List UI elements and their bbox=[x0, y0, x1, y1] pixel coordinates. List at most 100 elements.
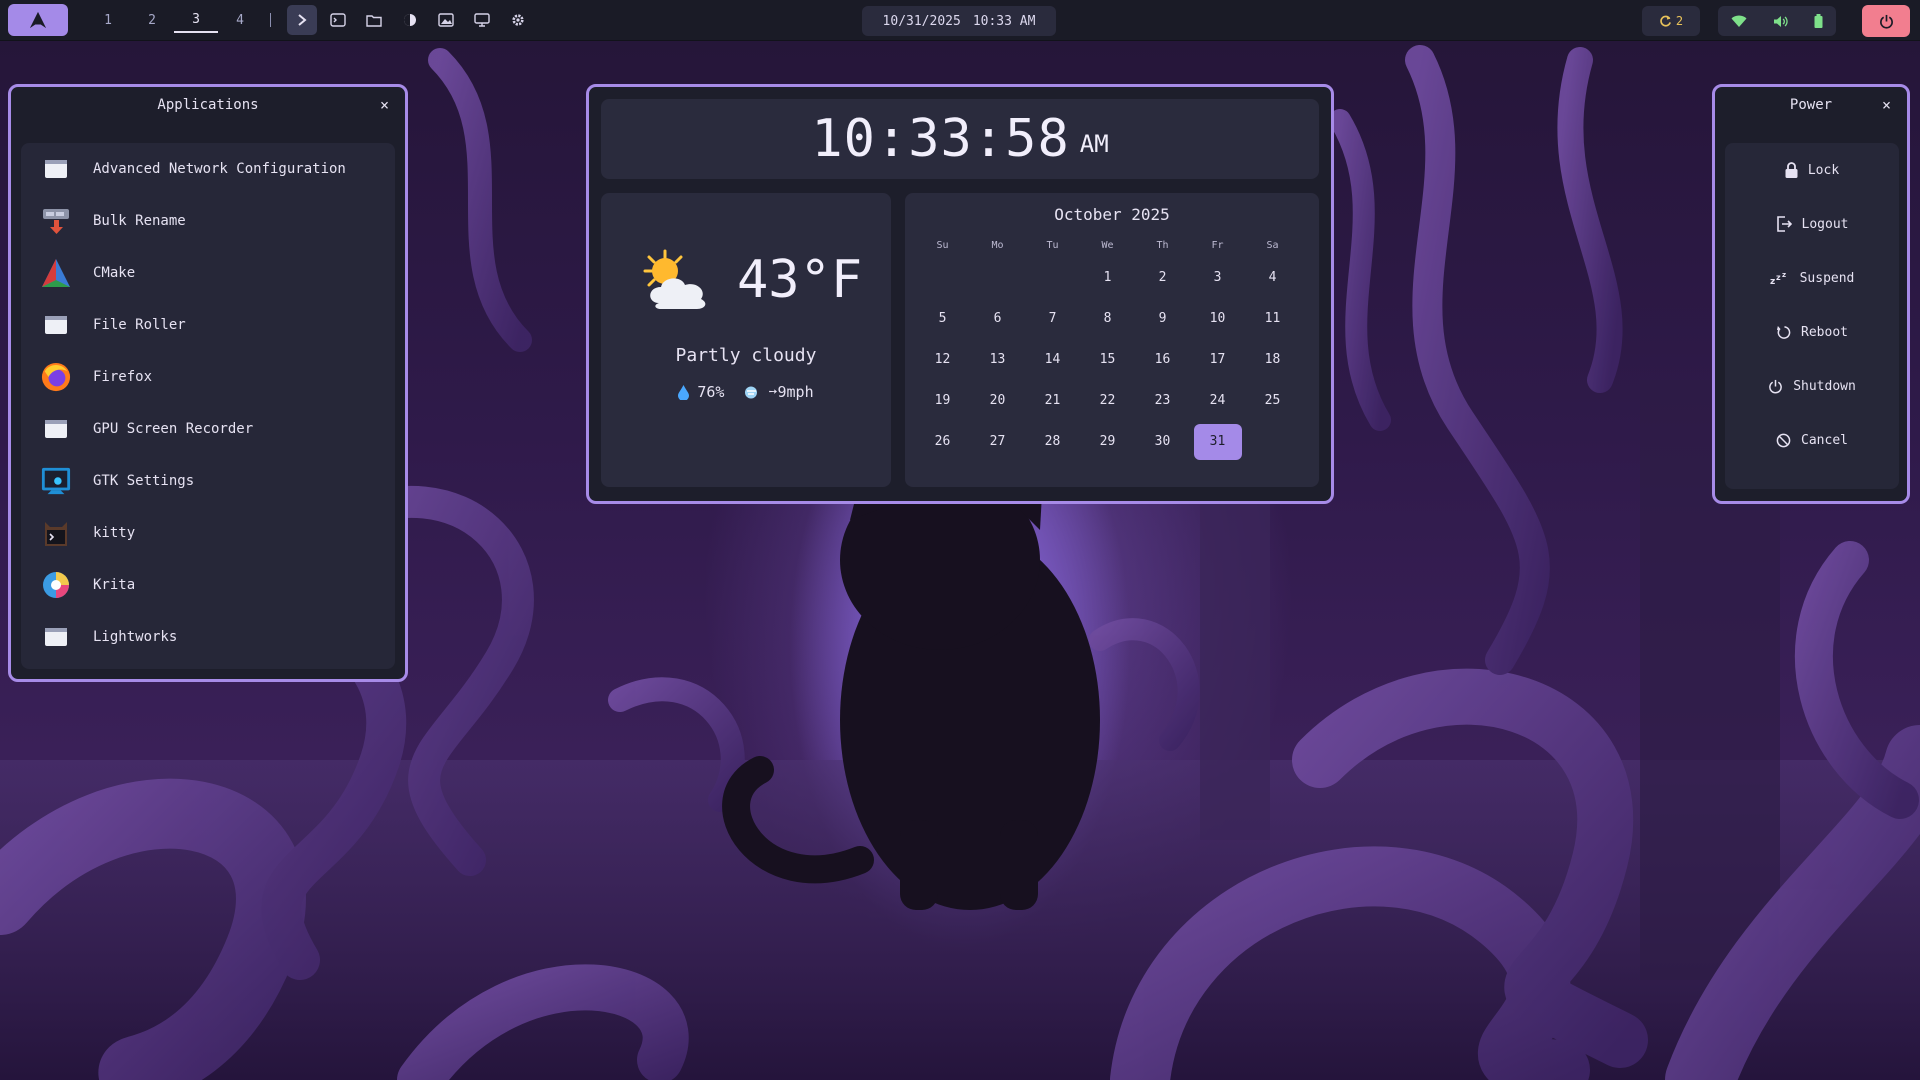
day-number: 16 bbox=[1154, 352, 1171, 367]
app-item-cmake[interactable]: CMake bbox=[21, 247, 395, 299]
suspend-button[interactable]: zzz Suspend bbox=[1725, 251, 1899, 305]
folder-icon[interactable] bbox=[359, 5, 389, 35]
workspace-2[interactable]: 2 bbox=[130, 4, 174, 36]
svg-text:z: z bbox=[1770, 277, 1775, 285]
workspace-1[interactable]: 1 bbox=[86, 4, 130, 36]
calendar-day[interactable]: 6 bbox=[970, 298, 1025, 339]
day-number: 22 bbox=[1099, 393, 1116, 408]
window-icon bbox=[41, 310, 71, 340]
app-label: GPU Screen Recorder bbox=[93, 421, 254, 437]
bulk-rename-icon bbox=[41, 206, 71, 236]
panel-title: Power bbox=[1789, 97, 1833, 113]
calendar-day[interactable]: 27 bbox=[970, 421, 1025, 462]
calendar-day[interactable]: 10 bbox=[1190, 298, 1245, 339]
weekday-label: We bbox=[1101, 240, 1114, 251]
wifi-icon[interactable] bbox=[1731, 15, 1747, 28]
weekday-label: Su bbox=[936, 240, 949, 251]
close-button[interactable]: × bbox=[1882, 96, 1891, 114]
calendar-day[interactable]: 2 bbox=[1135, 257, 1190, 298]
calendar-day-today[interactable]: 31 bbox=[1190, 421, 1245, 462]
calendar-month: October 2025 bbox=[1054, 205, 1170, 224]
window-icon bbox=[41, 622, 71, 652]
calendar-day[interactable]: 9 bbox=[1135, 298, 1190, 339]
power-label: Suspend bbox=[1799, 270, 1855, 286]
app-label: GTK Settings bbox=[93, 473, 195, 489]
calendar-day[interactable]: 25 bbox=[1245, 380, 1300, 421]
power-label: Reboot bbox=[1801, 324, 1848, 340]
svg-text:z: z bbox=[1776, 273, 1781, 282]
shutdown-button[interactable]: Shutdown bbox=[1725, 359, 1899, 413]
workspace-3[interactable]: 3 bbox=[174, 7, 218, 33]
calendar-day[interactable]: 21 bbox=[1025, 380, 1080, 421]
logout-button[interactable]: Logout bbox=[1725, 197, 1899, 251]
kitty-icon bbox=[41, 518, 71, 548]
calendar-day[interactable]: 17 bbox=[1190, 339, 1245, 380]
calendar-day[interactable]: 14 bbox=[1025, 339, 1080, 380]
calendar-day[interactable]: 20 bbox=[970, 380, 1025, 421]
app-item-file-roller[interactable]: File Roller bbox=[21, 299, 395, 351]
calendar-day[interactable]: 22 bbox=[1080, 380, 1135, 421]
day-number: 15 bbox=[1099, 352, 1116, 367]
day-number: 26 bbox=[934, 434, 951, 449]
app-item-kitty[interactable]: kitty bbox=[21, 507, 395, 559]
calendar-day[interactable]: 30 bbox=[1135, 421, 1190, 462]
close-button[interactable]: × bbox=[380, 96, 389, 114]
calendar-day[interactable]: 1 bbox=[1080, 257, 1135, 298]
calendar-day[interactable]: 15 bbox=[1080, 339, 1135, 380]
chevron-right-icon[interactable] bbox=[287, 5, 317, 35]
calendar-day[interactable]: 26 bbox=[915, 421, 970, 462]
calendar-grid: Su Mo Tu We Th Fr Sa 1 2 3 4 5 6 7 8 9 10 11 12 13 14… bbox=[915, 235, 1301, 462]
app-item-firefox[interactable]: Firefox bbox=[21, 351, 395, 403]
bar-time: 10:33 AM bbox=[972, 13, 1036, 29]
volume-icon[interactable] bbox=[1773, 15, 1788, 28]
day-number: 8 bbox=[1103, 311, 1112, 326]
gear-icon[interactable] bbox=[503, 5, 533, 35]
app-item-gtk-settings[interactable]: GTK Settings bbox=[21, 455, 395, 507]
day-number: 11 bbox=[1264, 311, 1281, 326]
image-icon[interactable] bbox=[431, 5, 461, 35]
monitor-icon[interactable] bbox=[467, 5, 497, 35]
shutdown-icon bbox=[1769, 379, 1783, 393]
system-tray bbox=[1718, 6, 1836, 36]
calendar-day[interactable]: 7 bbox=[1025, 298, 1080, 339]
calendar-day[interactable]: 12 bbox=[915, 339, 970, 380]
workspace-4[interactable]: 4 bbox=[218, 4, 262, 36]
launcher-button[interactable] bbox=[8, 4, 68, 36]
app-item-lightworks[interactable]: Lightworks bbox=[21, 611, 395, 663]
app-item-gpu-screen-recorder[interactable]: GPU Screen Recorder bbox=[21, 403, 395, 455]
lock-button[interactable]: Lock bbox=[1725, 143, 1899, 197]
day-number: 14 bbox=[1044, 352, 1061, 367]
calendar-day[interactable]: 28 bbox=[1025, 421, 1080, 462]
reboot-button[interactable]: Reboot bbox=[1725, 305, 1899, 359]
updates-pill[interactable]: 2 bbox=[1642, 6, 1700, 36]
calendar-day[interactable]: 8 bbox=[1080, 298, 1135, 339]
date-time-pill[interactable]: 10/31/2025 10:33 AM bbox=[862, 6, 1056, 36]
power-menu-button[interactable] bbox=[1862, 5, 1910, 37]
krita-icon bbox=[41, 570, 71, 600]
theme-icon[interactable] bbox=[395, 5, 425, 35]
calendar-day[interactable]: 16 bbox=[1135, 339, 1190, 380]
day-number: 21 bbox=[1044, 393, 1061, 408]
day-number: 30 bbox=[1154, 434, 1171, 449]
day-number bbox=[1249, 424, 1297, 460]
battery-icon[interactable] bbox=[1814, 14, 1823, 28]
refresh-icon bbox=[1660, 15, 1671, 27]
app-list: Advanced Network Configuration Bulk Rena… bbox=[21, 143, 395, 669]
calendar-day[interactable]: 24 bbox=[1190, 380, 1245, 421]
calendar-day[interactable]: 19 bbox=[915, 380, 970, 421]
calendar-day[interactable]: 18 bbox=[1245, 339, 1300, 380]
day-number: 24 bbox=[1209, 393, 1226, 408]
app-item-krita[interactable]: Krita bbox=[21, 559, 395, 611]
terminal-icon[interactable] bbox=[323, 5, 353, 35]
calendar-day[interactable]: 23 bbox=[1135, 380, 1190, 421]
calendar-day[interactable]: 13 bbox=[970, 339, 1025, 380]
calendar-day[interactable]: 5 bbox=[915, 298, 970, 339]
divider bbox=[270, 13, 271, 27]
cancel-button[interactable]: Cancel bbox=[1725, 413, 1899, 467]
calendar-day[interactable]: 4 bbox=[1245, 257, 1300, 298]
app-item-advanced-network-configuration[interactable]: Advanced Network Configuration bbox=[21, 143, 395, 195]
calendar-day[interactable]: 11 bbox=[1245, 298, 1300, 339]
calendar-day[interactable]: 3 bbox=[1190, 257, 1245, 298]
calendar-day[interactable]: 29 bbox=[1080, 421, 1135, 462]
app-item-bulk-rename[interactable]: Bulk Rename bbox=[21, 195, 395, 247]
